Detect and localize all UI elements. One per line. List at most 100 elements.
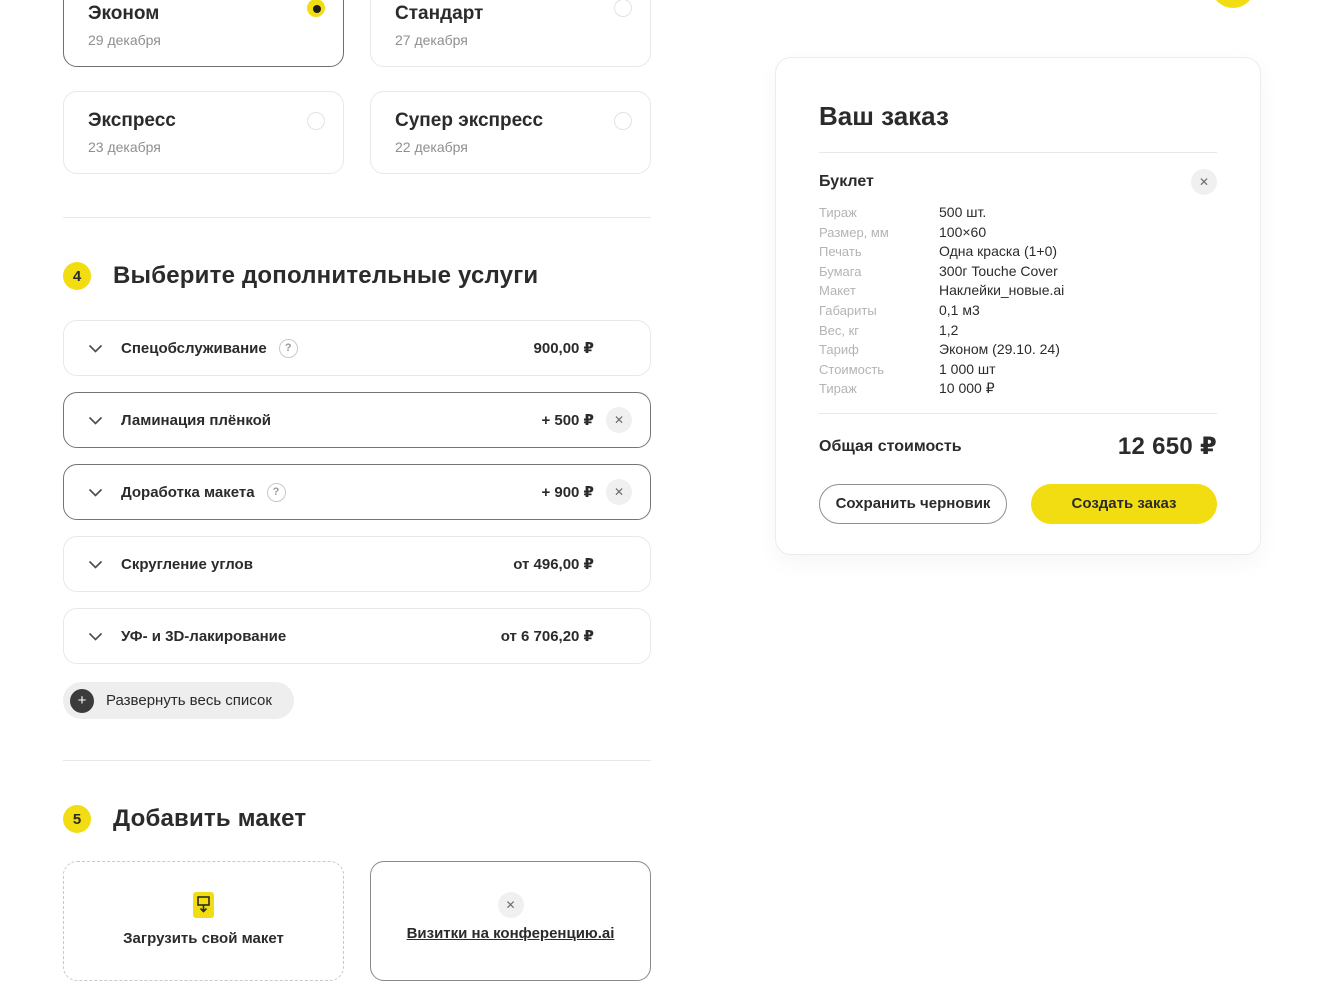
upload-file-icon bbox=[193, 892, 214, 923]
service-row-specsluzhivanie[interactable]: Спецобслуживание ? 900,00 ₽ bbox=[63, 320, 651, 376]
service-label: Скругление углов bbox=[121, 556, 253, 573]
order-total-row: Общая стоимость 12 650 ₽ bbox=[819, 432, 1217, 462]
order-divider bbox=[819, 152, 1217, 153]
service-row-dorabotka[interactable]: Доработка макета ? + 900 ₽ ✕ bbox=[63, 464, 651, 520]
detail-label: Стоимость bbox=[819, 360, 939, 380]
service-label: УФ- и 3D-лакирование bbox=[121, 628, 286, 645]
chevron-down-icon bbox=[88, 632, 103, 641]
detail-label: Тариф bbox=[819, 340, 939, 360]
detail-value: Эконом (29.10. 24) bbox=[939, 340, 1060, 360]
order-detail-row: Стоимость 1 000 шт bbox=[819, 360, 1217, 380]
tariff-card-ekonom[interactable]: Эконом 29 декабря bbox=[63, 0, 344, 67]
order-detail-row: Макет Наклейки_новые.ai bbox=[819, 281, 1217, 301]
order-total-value: 12 650 ₽ bbox=[1118, 432, 1217, 461]
chevron-down-icon bbox=[88, 344, 103, 353]
chevron-down-icon bbox=[88, 560, 103, 569]
tariff-date: 23 декабря bbox=[88, 139, 319, 155]
configurator-column: Эконом 29 декабря Стандарт 27 декабря Эк… bbox=[63, 0, 651, 981]
plus-icon: + bbox=[70, 689, 94, 713]
upload-maket-card[interactable]: Загрузить свой макет bbox=[63, 861, 344, 981]
detail-value: 100×60 bbox=[939, 223, 986, 243]
order-detail-row: Габариты 0,1 м3 bbox=[819, 301, 1217, 321]
chevron-down-icon bbox=[88, 416, 103, 425]
order-detail-row: Печать Одна краска (1+0) bbox=[819, 242, 1217, 262]
remove-product-button[interactable]: ✕ bbox=[1191, 169, 1217, 195]
remove-service-button[interactable]: ✕ bbox=[606, 407, 632, 433]
tariff-title: Стандарт bbox=[395, 3, 626, 25]
order-product-name: Буклет bbox=[819, 173, 874, 191]
maket-section-header: 5 Добавить макет bbox=[63, 805, 651, 833]
order-summary-card: Ваш заказ Буклет ✕ Тираж 500 шт. Размер,… bbox=[775, 57, 1261, 555]
detail-value: 0,1 м3 bbox=[939, 301, 980, 321]
tariff-title: Супер экспресс bbox=[395, 110, 626, 132]
chat-fab-button[interactable] bbox=[1211, 0, 1255, 8]
remove-slot: ✕ bbox=[594, 407, 632, 433]
detail-label: Габариты bbox=[819, 301, 939, 321]
service-price: 900,00 ₽ bbox=[534, 339, 594, 357]
tariff-card-express[interactable]: Экспресс 23 декабря bbox=[63, 91, 344, 174]
services-section-header: 4 Выберите дополнительные услуги bbox=[63, 262, 651, 290]
service-label: Ламинация плёнкой bbox=[121, 412, 271, 429]
chevron-down-icon bbox=[88, 488, 103, 497]
create-order-button[interactable]: Создать заказ bbox=[1031, 484, 1217, 524]
order-total-divider bbox=[819, 413, 1217, 414]
service-row-skruglenie[interactable]: Скругление углов от 496,00 ₽ bbox=[63, 536, 651, 592]
detail-value: 1,2 bbox=[939, 321, 958, 341]
attached-maket-filename[interactable]: Визитки на конференцию.ai bbox=[371, 925, 650, 942]
expand-all-services-button[interactable]: + Развернуть весь список bbox=[63, 682, 294, 719]
detail-label: Печать bbox=[819, 242, 939, 262]
detail-value: 1 000 шт bbox=[939, 360, 996, 380]
upload-maket-label: Загрузить свой макет bbox=[64, 930, 343, 947]
order-detail-row: Размер, мм 100×60 bbox=[819, 223, 1217, 243]
radio-icon[interactable] bbox=[614, 0, 632, 17]
order-total-label: Общая стоимость bbox=[819, 438, 962, 456]
help-icon[interactable]: ? bbox=[267, 483, 286, 502]
maket-cards: Загрузить свой макет ✕ Визитки на конфер… bbox=[63, 861, 651, 981]
order-product-row: Буклет ✕ bbox=[819, 169, 1217, 195]
tariff-date: 22 декабря bbox=[395, 139, 626, 155]
save-draft-button[interactable]: Сохранить черновик bbox=[819, 484, 1007, 524]
service-row-laminaciya[interactable]: Ламинация плёнкой + 500 ₽ ✕ bbox=[63, 392, 651, 448]
detail-value: 10 000 ₽ bbox=[939, 379, 995, 399]
order-detail-row: Вес, кг 1,2 bbox=[819, 321, 1217, 341]
detail-value: 500 шт. bbox=[939, 203, 986, 223]
services-list: Спецобслуживание ? 900,00 ₽ Ламинация пл… bbox=[63, 320, 651, 664]
step-number-badge: 5 bbox=[63, 805, 91, 833]
radio-selected-icon[interactable] bbox=[307, 0, 325, 17]
order-detail-row: Тираж 10 000 ₽ bbox=[819, 379, 1217, 399]
service-price: от 496,00 ₽ bbox=[513, 555, 594, 573]
tariff-card-super-express[interactable]: Супер экспресс 22 декабря bbox=[370, 91, 651, 174]
remove-slot: ✕ bbox=[594, 479, 632, 505]
order-detail-row: Тираж 500 шт. bbox=[819, 203, 1217, 223]
section-divider bbox=[63, 760, 651, 761]
service-label: Спецобслуживание bbox=[121, 340, 267, 357]
step-number-badge: 4 bbox=[63, 262, 91, 290]
section-divider bbox=[63, 217, 651, 218]
order-title: Ваш заказ bbox=[819, 100, 1217, 132]
attached-maket-card[interactable]: ✕ Визитки на конференцию.ai bbox=[370, 861, 651, 981]
detail-label: Бумага bbox=[819, 262, 939, 282]
detail-label: Размер, мм bbox=[819, 223, 939, 243]
order-details: Тираж 500 шт. Размер, мм 100×60 Печать О… bbox=[819, 203, 1217, 399]
services-section-title: Выберите дополнительные услуги bbox=[113, 262, 538, 290]
detail-label: Тираж bbox=[819, 379, 939, 399]
order-detail-row: Тариф Эконом (29.10. 24) bbox=[819, 340, 1217, 360]
service-price: + 900 ₽ bbox=[541, 483, 594, 501]
service-label: Доработка макета bbox=[121, 484, 255, 501]
detail-label: Тираж bbox=[819, 203, 939, 223]
radio-icon[interactable] bbox=[614, 112, 632, 130]
tariff-date: 27 декабря bbox=[395, 32, 626, 48]
radio-icon[interactable] bbox=[307, 112, 325, 130]
service-price: от 6 706,20 ₽ bbox=[501, 627, 594, 645]
help-icon[interactable]: ? bbox=[279, 339, 298, 358]
detail-label: Макет bbox=[819, 281, 939, 301]
detail-value: 300г Touche Cover bbox=[939, 262, 1058, 282]
detail-label: Вес, кг bbox=[819, 321, 939, 341]
expand-all-services-label: Развернуть весь список bbox=[106, 692, 272, 709]
tariff-options: Эконом 29 декабря Стандарт 27 декабря Эк… bbox=[63, 0, 651, 174]
service-price: + 500 ₽ bbox=[541, 411, 594, 429]
service-row-uf-3d-lak[interactable]: УФ- и 3D-лакирование от 6 706,20 ₽ bbox=[63, 608, 651, 664]
remove-service-button[interactable]: ✕ bbox=[606, 479, 632, 505]
tariff-card-standart[interactable]: Стандарт 27 декабря bbox=[370, 0, 651, 67]
remove-maket-button[interactable]: ✕ bbox=[498, 892, 524, 918]
